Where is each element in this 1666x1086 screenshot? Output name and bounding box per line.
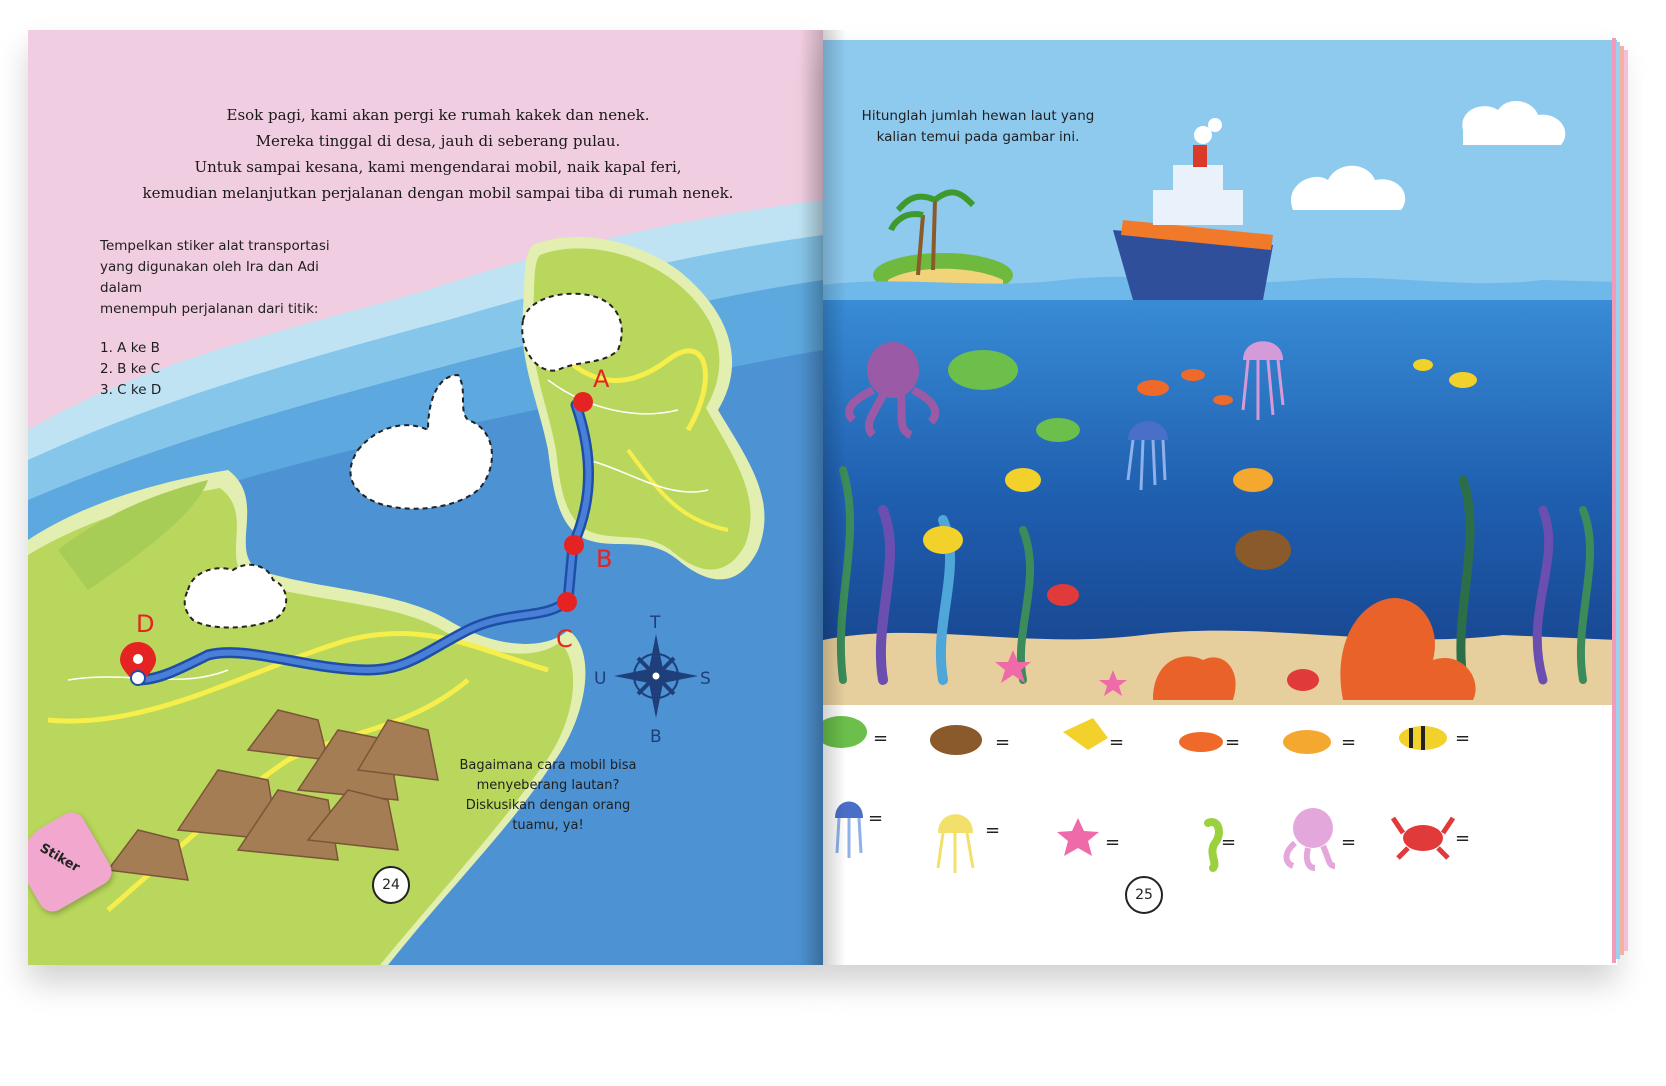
- yellow-striped-fish-count-item: =: [1399, 726, 1470, 750]
- equals-sign: =: [1341, 732, 1356, 753]
- point-label-d: D: [136, 610, 154, 638]
- lionfish-count-item: =: [1283, 730, 1356, 754]
- page-number-left: 24: [372, 866, 410, 904]
- compass-west-label: U: [594, 669, 606, 689]
- compass-east-label: S: [700, 669, 711, 689]
- route-markers: A B C D T B U S: [120, 365, 711, 747]
- question-line: Bagaimana cara mobil bisa: [459, 758, 637, 773]
- right-page: Hitunglah jumlah hewan laut yang kalian …: [823, 40, 1617, 965]
- equals-sign: =: [1341, 832, 1356, 853]
- crab-count-item: =: [1390, 816, 1470, 860]
- page-edges: [1612, 38, 1628, 963]
- left-page: Esok pagi, kami akan pergi ke rumah kake…: [28, 30, 823, 965]
- point-label-a: A: [593, 365, 610, 393]
- sticker-tab-label: Stiker: [36, 840, 83, 876]
- compass-south-label: B: [650, 727, 662, 747]
- equals-sign: =: [868, 808, 883, 829]
- sea-turtle-count-item: =: [823, 716, 888, 749]
- point-label-b: B: [596, 545, 612, 573]
- instruction-line: Hitunglah jumlah hewan laut yang: [861, 108, 1095, 124]
- page-number-right: 25: [1125, 876, 1163, 914]
- discussion-question: Bagaimana cara mobil bisa menyeberang la…: [458, 756, 638, 836]
- book-spread: Esok pagi, kami akan pergi ke rumah kake…: [0, 0, 1666, 1086]
- tortoise-count-item: =: [930, 725, 1010, 755]
- compass-north-label: T: [649, 613, 661, 633]
- octopus-count-item: =: [1283, 808, 1356, 871]
- equals-sign: =: [1109, 732, 1124, 753]
- yellow-jellyfish-count-item: =: [936, 814, 1000, 873]
- point-b-marker: [564, 535, 584, 555]
- equals-sign: =: [1105, 832, 1120, 853]
- blue-jellyfish-count-item: =: [835, 801, 883, 858]
- starfish-count-item: =: [1057, 818, 1120, 856]
- point-c-marker: [557, 592, 577, 612]
- point-a-marker: [573, 392, 593, 412]
- equals-sign: =: [985, 820, 1000, 841]
- equals-sign: =: [1455, 728, 1470, 749]
- equals-sign: =: [873, 728, 888, 749]
- equals-sign: =: [1225, 732, 1240, 753]
- equals-sign: =: [1455, 828, 1470, 849]
- equals-sign: =: [995, 732, 1010, 753]
- count-grid: = = = = = = = = = = = =: [823, 716, 1470, 873]
- point-d-marker: [120, 642, 156, 686]
- angelfish-count-item: =: [1063, 718, 1124, 753]
- clownfish-count-item: =: [1179, 732, 1240, 753]
- point-label-c: C: [556, 625, 573, 653]
- question-line: tuamu, ya!: [512, 818, 584, 833]
- question-line: menyeberang lautan?: [476, 778, 620, 793]
- question-line: Diskusikan dengan orang: [465, 798, 631, 813]
- seahorse-count-item: =: [1204, 818, 1236, 872]
- count-instruction: Hitunglah jumlah hewan laut yang kalian …: [853, 106, 1103, 148]
- instruction-line: kalian temui pada gambar ini.: [876, 129, 1080, 145]
- equals-sign: =: [1221, 832, 1236, 853]
